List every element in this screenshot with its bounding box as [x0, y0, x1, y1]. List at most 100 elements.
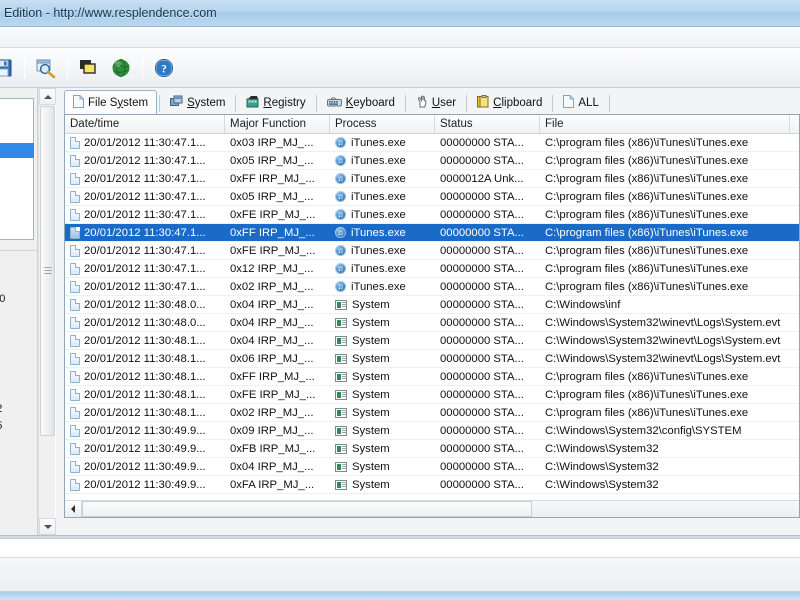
table-row[interactable]: 20/01/2012 11:30:48.0... 0x04 IRP_MJ_... S… — [65, 314, 799, 332]
save-icon[interactable] — [0, 53, 18, 83]
cell-date: 20/01/2012 11:30:47.1... — [65, 136, 225, 149]
table-row[interactable]: 20/01/2012 11:30:47.1... 0x05 IRP_MJ_... i… — [65, 188, 799, 206]
table-row[interactable]: 20/01/2012 11:30:47.1... 0x02 IRP_MJ_... i… — [65, 278, 799, 296]
column-header-mf[interactable]: Major Function — [225, 115, 330, 133]
cell-proc: System — [330, 353, 435, 365]
cell-text: 20/01/2012 11:30:47.1... — [84, 262, 206, 275]
table-row[interactable]: 20/01/2012 11:30:48.1... 0x06 IRP_MJ_... S… — [65, 350, 799, 368]
column-header-file[interactable]: File — [540, 115, 790, 133]
column-header-status[interactable]: Status — [435, 115, 540, 133]
tab-registry[interactable]: Registry — [238, 91, 313, 115]
table-row[interactable]: 20/01/2012 11:30:48.1... 0xFE IRP_MJ_... S… — [65, 386, 799, 404]
table-row[interactable]: 20/01/2012 11:30:48.1... 0x02 IRP_MJ_... S… — [65, 404, 799, 422]
cell-status: 00000000 STA... — [435, 443, 540, 455]
page-icon — [70, 244, 80, 257]
cell-file: C:\program files (x86)\iTunes\iTunes.exe — [540, 137, 790, 149]
cell-text: iTunes.exe — [351, 280, 406, 293]
system-icon — [335, 371, 347, 382]
table-row[interactable]: 20/01/2012 11:30:47.1... 0x03 IRP_MJ_... i… — [65, 134, 799, 152]
cell-text: 00000000 STA... — [440, 442, 524, 455]
cell-proc: iTunes.exe — [330, 191, 435, 203]
cell-mf: 0xFB IRP_MJ_... — [225, 443, 330, 455]
column-header-proc[interactable]: Process — [330, 115, 435, 133]
cell-proc: iTunes.exe — [330, 137, 435, 149]
cell-status: 00000000 STA... — [435, 425, 540, 437]
globe-icon[interactable] — [106, 53, 136, 83]
scrollbar-track[interactable] — [532, 501, 799, 517]
table-row[interactable]: 20/01/2012 11:30:49.9... 0x09 IRP_MJ_... S… — [65, 422, 799, 440]
cell-file: C:\program files (x86)\iTunes\iTunes.exe — [540, 191, 790, 203]
find-icon[interactable] — [31, 53, 61, 83]
table-row[interactable]: 20/01/2012 11:30:49.9... 0xFA IRP_MJ_... S… — [65, 476, 799, 494]
table-row[interactable]: 20/01/2012 11:30:48.1... 0x04 IRP_MJ_... S… — [65, 332, 799, 350]
itunes-icon — [335, 173, 346, 184]
menu-bar[interactable] — [0, 27, 800, 48]
table-row[interactable]: 20/01/2012 11:30:47.1... 0xFF IRP_MJ_... i… — [65, 224, 799, 242]
table-row[interactable]: 20/01/2012 11:30:47.1... 0x05 IRP_MJ_... i… — [65, 152, 799, 170]
scroll-left-icon[interactable] — [65, 501, 82, 517]
cell-file: C:\Windows\System32\winevt\Logs\System.e… — [540, 317, 790, 329]
cell-text: 00000000 STA... — [440, 190, 524, 203]
table-row[interactable]: 20/01/2012 11:30:47.1... 0x12 IRP_MJ_... i… — [65, 260, 799, 278]
device-tree-selected-item[interactable] — [0, 143, 34, 158]
list-body[interactable]: 20/01/2012 11:30:47.1...0x03 IRP_MJ_...i… — [65, 134, 799, 494]
cell-proc: System — [330, 299, 435, 311]
scroll-down-icon[interactable] — [39, 518, 56, 535]
tab-separator — [466, 95, 468, 112]
tab-file-system[interactable]: File System — [64, 90, 158, 115]
cell-date: 20/01/2012 11:30:47.1... — [65, 154, 225, 167]
cell-text: 20/01/2012 11:30:48.1... — [84, 370, 206, 383]
cell-text: 00000000 STA... — [440, 352, 524, 365]
tab-user[interactable]: User — [408, 91, 464, 115]
page-icon — [563, 95, 575, 111]
cell-file: C:\Windows\System32\winevt\Logs\System.e… — [540, 353, 790, 365]
page-icon — [70, 208, 80, 221]
tab-all[interactable]: ALL — [555, 91, 606, 115]
table-row[interactable]: 20/01/2012 11:30:49.9... 0xFB IRP_MJ_... S… — [65, 440, 799, 458]
system-icon — [335, 407, 347, 418]
system-icon — [335, 389, 347, 400]
tab-separator — [552, 95, 554, 112]
event-list[interactable]: Date/time Major Function Process Status File… — [64, 114, 800, 518]
cell-text: System — [352, 442, 390, 455]
table-row[interactable]: 20/01/2012 11:30:49.9... 0x04 IRP_MJ_... S… — [65, 458, 799, 476]
help-icon[interactable]: ? — [149, 53, 179, 83]
cell-text: C:\Windows\System32 — [545, 442, 659, 455]
cell-date: 20/01/2012 11:30:47.1... — [65, 262, 225, 275]
column-header-date[interactable]: Date/time — [65, 115, 225, 133]
cell-text: C:\program files (x86)\iTunes\iTunes.exe — [545, 154, 749, 167]
page-icon — [70, 262, 80, 275]
page-icon — [70, 190, 80, 203]
tab-label: ALL — [578, 97, 599, 109]
scrollbar-thumb[interactable] — [82, 501, 532, 517]
cell-proc: System — [330, 461, 435, 473]
sidebar-vertical-scrollbar[interactable] — [38, 88, 56, 535]
table-row[interactable]: 20/01/2012 11:30:47.1... 0xFE IRP_MJ_... i… — [65, 242, 799, 260]
tab-keyboard[interactable]: Keyboard — [319, 91, 403, 115]
table-row[interactable]: 20/01/2012 11:30:48.1... 0xFF IRP_MJ_... S… — [65, 368, 799, 386]
tab-clipboard[interactable]: Clipboard — [469, 91, 550, 115]
cell-text: 20/01/2012 11:30:49.9... — [84, 460, 206, 473]
list-horizontal-scrollbar[interactable] — [65, 500, 799, 517]
cell-text: C:\Windows\System32 — [545, 478, 659, 491]
cell-date: 20/01/2012 11:30:48.1... — [65, 334, 225, 347]
cell-text: 00000000 STA... — [440, 370, 524, 383]
table-row[interactable]: 20/01/2012 11:30:47.1... 0xFE IRP_MJ_... i… — [65, 206, 799, 224]
device-tree[interactable] — [0, 98, 34, 240]
cell-status: 00000000 STA... — [435, 299, 540, 311]
cell-status: 0000012A Unk... — [435, 173, 540, 185]
table-row[interactable]: 20/01/2012 11:30:47.1... 0xFF IRP_MJ_... i… — [65, 170, 799, 188]
cell-file: C:\program files (x86)\iTunes\iTunes.exe — [540, 371, 790, 383]
cell-text: C:\Windows\System32\winevt\Logs\System.e… — [545, 352, 781, 365]
cell-text: 20/01/2012 11:30:48.1... — [84, 406, 206, 419]
cascade-icon[interactable] — [74, 53, 104, 83]
page-icon — [70, 298, 80, 311]
table-row[interactable]: 20/01/2012 11:30:48.0... 0x04 IRP_MJ_... S… — [65, 296, 799, 314]
cell-text: 00000000 STA... — [440, 460, 524, 473]
clipboard-icon — [477, 95, 489, 111]
scroll-up-icon[interactable] — [39, 88, 56, 105]
cell-status: 00000000 STA... — [435, 317, 540, 329]
tab-system[interactable]: System — [162, 91, 233, 115]
system-icon — [335, 443, 347, 454]
scrollbar-thumb[interactable] — [40, 106, 55, 436]
